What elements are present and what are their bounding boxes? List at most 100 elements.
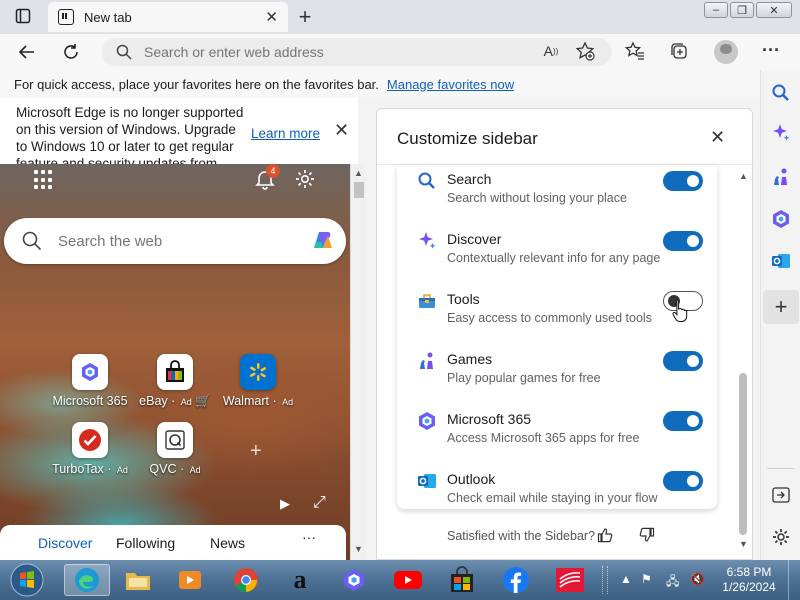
app-name: Outlook [447,471,496,487]
sidebar-outlook-button[interactable] [768,248,794,274]
app-description: Contextually relevant info for any page [447,251,661,265]
refresh-button[interactable] [58,40,84,64]
search-icon [116,44,132,60]
collections-icon[interactable] [668,40,690,62]
page-scrollbar[interactable]: ▲ ▼ [350,164,366,560]
settings-more-icon[interactable]: ··· [760,39,782,61]
taskbar-facebook[interactable] [496,564,536,596]
taskbar-chrome[interactable] [226,564,266,596]
tile-ebay[interactable]: eBay · Ad 🛒 [131,354,219,409]
tile-walmart[interactable]: Walmart · Ad [214,354,302,408]
show-hidden-icons-icon[interactable]: ▲ [620,572,632,586]
show-desktop-button[interactable] [788,560,800,600]
taskbar-file-explorer[interactable] [118,564,158,596]
tile-label: QVC [149,462,177,476]
app-name: Search [447,171,492,187]
expand-icon[interactable]: ⤢ [313,494,326,512]
feed-tab-discover[interactable]: Discover [38,535,92,551]
sidebar-m365-button[interactable] [768,206,794,232]
thumbs-down-icon[interactable] [639,527,655,546]
toggle-games[interactable] [663,351,703,371]
panel-close-icon[interactable]: ✕ [710,127,725,148]
bank-flag-icon [556,568,584,592]
add-favorite-icon[interactable] [574,40,596,62]
tile-label: eBay [139,394,168,408]
taskbar-microsoft-365[interactable] [334,564,374,596]
manage-favorites-link[interactable]: Manage favorites now [387,77,514,92]
sidebar-discover-button[interactable] [768,120,794,146]
customize-sidebar-button[interactable]: + [763,290,799,324]
favorites-icon[interactable] [624,40,646,62]
thumbs-up-icon[interactable] [597,527,613,546]
hand-cursor-icon [672,299,688,322]
hide-sidebar-button[interactable] [768,482,794,508]
m365-icon [773,210,789,228]
tile-microsoft-365[interactable]: Microsoft 365 [46,354,134,408]
panel-scroll-up-icon[interactable]: ▲ [739,171,748,181]
hide-sidebar-icon [772,487,790,503]
panel-scrollbar[interactable]: ▲ ▼ [734,165,752,551]
edge-window: New tab ✕ + ‒ ❐ ✕ A)) ··· F [0,0,800,600]
minimize-button[interactable]: ‒ [704,2,728,18]
tab-close-icon[interactable]: ✕ [265,8,278,26]
read-aloud-icon[interactable]: A)) [540,40,562,62]
tile-qvc[interactable]: QVC · Ad [131,422,219,476]
notification-badge: 4 [266,164,280,178]
address-bar[interactable] [102,38,612,66]
profile-avatar[interactable] [714,40,738,64]
system-clock[interactable]: 6:58 PM 1/26/2024 [715,565,783,595]
back-button[interactable] [14,40,40,64]
panel-scrollbar-thumb[interactable] [739,373,747,535]
sidebar-settings-button[interactable] [768,524,794,550]
panel-scroll-down-icon[interactable]: ▼ [739,539,748,549]
windows-orb-icon [10,563,44,597]
tab-new-tab[interactable]: New tab ✕ [48,2,288,32]
taskbar-media-player[interactable] [170,564,210,596]
learn-more-link[interactable]: Learn more [251,125,320,142]
scrollbar-thumb[interactable] [354,182,364,198]
banner-close-icon[interactable]: ✕ [334,121,349,139]
copilot-icon[interactable] [308,226,338,256]
play-video-icon[interactable]: ▶ [280,496,290,512]
feed-tab-following[interactable]: Following [116,535,175,551]
taskbar-bank-of-america[interactable] [550,564,590,596]
page-settings-gear-icon[interactable] [294,168,316,190]
start-button[interactable] [4,563,50,597]
restore-button[interactable]: ❐ [730,2,754,18]
toggle-outlook[interactable] [663,471,703,491]
search-icon [418,172,435,189]
sidebar-search-button[interactable] [768,80,794,106]
scroll-down-arrow-icon[interactable]: ▼ [354,544,363,554]
web-search-input[interactable] [58,232,278,250]
tab-actions-button[interactable] [10,5,36,27]
taskbar-youtube[interactable] [388,564,428,596]
toggle-microsoft-365[interactable] [663,411,703,431]
taskbar-edge[interactable] [64,564,110,596]
sparkle-icon [419,232,436,249]
volume-muted-icon[interactable]: 🔇 [690,572,705,586]
feed-tab-news[interactable]: News [210,535,245,551]
taskbar-amazon[interactable]: a [280,564,320,596]
add-site-button[interactable]: + [250,440,262,463]
tab-title: New tab [84,9,132,25]
app-launcher-icon[interactable] [34,170,54,190]
action-center-flag-icon[interactable]: ⚑ [641,572,652,586]
app-description: Easy access to commonly used tools [447,311,652,325]
search-icon [22,231,42,251]
scroll-up-arrow-icon[interactable]: ▲ [354,168,363,178]
sidebar-divider [767,468,795,469]
tile-turbotax[interactable]: TurboTax · Ad [46,422,134,476]
chrome-icon [234,568,258,593]
toggle-search[interactable] [663,171,703,191]
new-tab-button[interactable]: + [292,4,318,30]
toggle-discover[interactable] [663,231,703,251]
ebay-bag-icon [166,360,184,382]
sidebar-games-button[interactable] [768,164,794,190]
new-tab-page: 4 Microsoft 365 eBay · Ad 🛒 Walmart · Ad [0,164,350,560]
facebook-icon [503,567,529,593]
network-icon[interactable]: 🖧 [666,572,679,593]
feed-more-icon[interactable]: ··· [302,529,316,545]
close-window-button[interactable]: ✕ [756,2,792,18]
taskbar-store[interactable] [442,564,482,596]
web-search-box[interactable] [4,218,346,264]
